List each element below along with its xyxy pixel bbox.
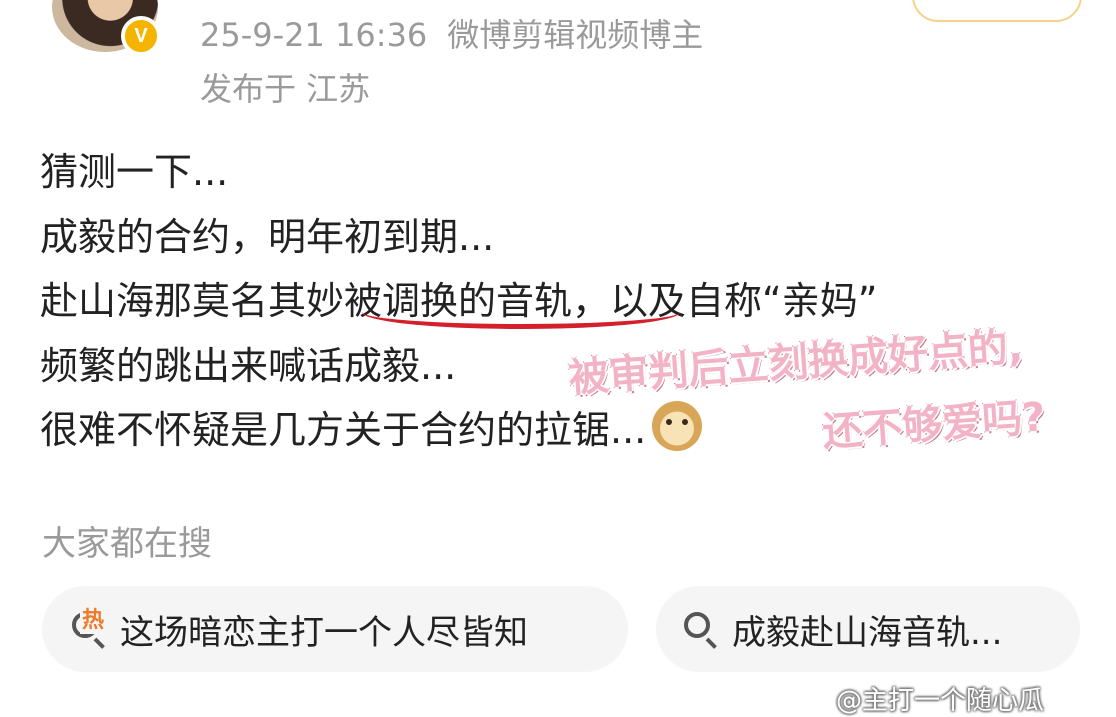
post-line: 猜测一下... (40, 150, 229, 194)
trending-search-label: 成毅赴山海音轨... (732, 612, 1003, 653)
post-timestamp: 25-9-21 16:36 (200, 16, 428, 54)
trending-search-header: 大家都在搜 (42, 524, 212, 564)
post-location: 发布于 江苏 (200, 70, 371, 108)
hot-search-icon: 热 (68, 602, 110, 650)
trending-search-item[interactable]: 成毅赴山海音轨... (656, 586, 1080, 672)
search-icon (680, 608, 722, 650)
verified-badge-icon: V (121, 16, 161, 56)
post-line: 很难不怀疑是几方关于合约的拉锯... (40, 408, 647, 452)
doge-emoji-icon (652, 401, 703, 451)
post-body: 猜测一下... 成毅的合约，明年初到期... 赴山海那莫名其妙被调换的音轨，以及… (40, 140, 877, 463)
post-line-with-emoji: 很难不怀疑是几方关于合约的拉锯... (40, 398, 877, 463)
weibo-watermark: @主打一个随心瓜 (836, 686, 1045, 716)
author-tag: 微博剪辑视频博主 (447, 16, 704, 54)
hot-label: 热 (80, 602, 107, 634)
post-line: 成毅的合约，明年初到期... (40, 214, 495, 259)
trending-search-item[interactable]: 热 这场暗恋主打一个人尽皆知 (42, 586, 628, 672)
follow-button[interactable] (912, 0, 1082, 22)
trending-search-label: 这场暗恋主打一个人尽皆知 (120, 612, 528, 653)
post-meta-line: 25-9-21 16:36 微博剪辑视频博主 (200, 10, 703, 56)
